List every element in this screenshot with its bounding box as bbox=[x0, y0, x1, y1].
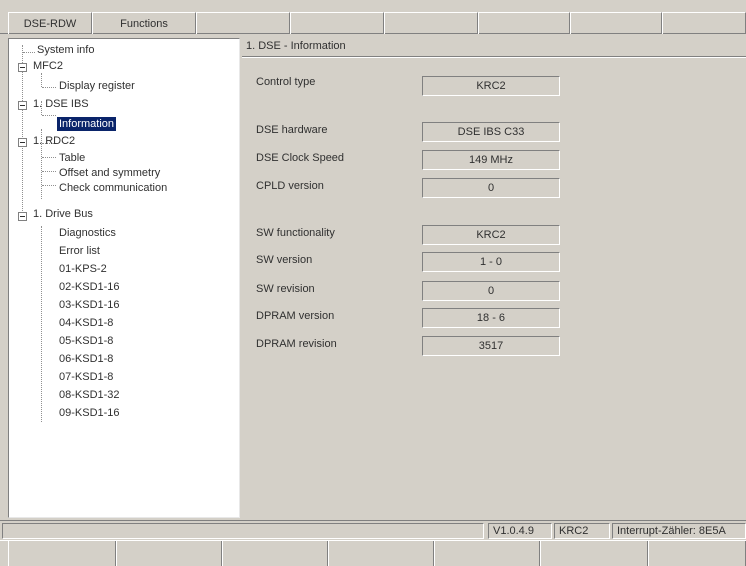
tree-line bbox=[23, 52, 35, 53]
menu-slot-8[interactable] bbox=[662, 12, 746, 34]
field-label-dpram-revision: DPRAM revision bbox=[256, 338, 337, 350]
tree-item-system-info[interactable]: System info bbox=[35, 43, 96, 57]
collapse-icon[interactable] bbox=[18, 212, 27, 221]
tree-item-device[interactable]: 07-KSD1-8 bbox=[57, 370, 115, 384]
tree-item-display-register[interactable]: Display register bbox=[57, 79, 137, 93]
menu-slot-7[interactable] bbox=[570, 12, 662, 34]
tree-item-drive-bus[interactable]: 1. Drive Bus bbox=[31, 207, 95, 221]
softkey-4[interactable] bbox=[328, 541, 434, 566]
collapse-icon[interactable] bbox=[18, 63, 27, 72]
tree-item-device[interactable]: 05-KSD1-8 bbox=[57, 334, 115, 348]
tree-line bbox=[42, 171, 56, 172]
tree-item-device[interactable]: 06-KSD1-8 bbox=[57, 352, 115, 366]
menu-slot-4[interactable] bbox=[290, 12, 384, 34]
softkey-bar bbox=[0, 540, 746, 566]
tree-item-mfc2[interactable]: MFC2 bbox=[31, 59, 65, 73]
field-value-sw-version: 1 - 0 bbox=[422, 252, 560, 272]
status-version: V1.0.4.9 bbox=[488, 523, 552, 539]
tree-line bbox=[41, 73, 42, 87]
status-interrupt-counter: Interrupt-Zähler: 8E5A bbox=[612, 523, 746, 539]
tree-item-device[interactable]: 09-KSD1-16 bbox=[57, 406, 122, 420]
tree-item-device[interactable]: 02-KSD1-16 bbox=[57, 280, 122, 294]
menu-slot-3[interactable] bbox=[196, 12, 290, 34]
menu-bar: DSE-RDW Functions bbox=[0, 0, 746, 34]
field-label-dse-clock-speed: DSE Clock Speed bbox=[256, 152, 345, 164]
softkey-6[interactable] bbox=[540, 541, 648, 566]
field-label-dse-hardware: DSE hardware bbox=[256, 124, 328, 136]
tree-item-rdc2[interactable]: 1. RDC2 bbox=[31, 134, 77, 148]
navigation-tree[interactable]: System info MFC2 Display register 1. DSE… bbox=[8, 38, 240, 518]
field-value-sw-revision: 0 bbox=[422, 281, 560, 301]
field-label-control-type: Control type bbox=[256, 76, 316, 88]
softkey-7[interactable] bbox=[648, 541, 746, 566]
collapse-icon[interactable] bbox=[18, 138, 27, 147]
menu-item-functions[interactable]: Functions bbox=[92, 12, 196, 34]
tree-item-diagnostics[interactable]: Diagnostics bbox=[57, 226, 118, 240]
field-value-dpram-version: 18 - 6 bbox=[422, 308, 560, 328]
field-value-dse-clock-speed: 149 MHz bbox=[422, 150, 560, 170]
tree-line bbox=[42, 115, 56, 116]
status-bar: V1.0.4.9 KRC2 Interrupt-Zähler: 8E5A bbox=[0, 520, 746, 540]
tree-item-table[interactable]: Table bbox=[57, 151, 87, 165]
divider bbox=[242, 56, 746, 58]
tree-item-offset-symmetry[interactable]: Offset and symmetry bbox=[57, 166, 162, 180]
softkey-2[interactable] bbox=[116, 541, 222, 566]
tree-line bbox=[42, 185, 56, 186]
field-label-cpld-version: CPLD version bbox=[256, 180, 324, 192]
field-value-sw-functionality: KRC2 bbox=[422, 225, 560, 245]
tree-item-check-communication[interactable]: Check communication bbox=[57, 181, 169, 195]
information-panel: 1. DSE - Information Control type KRC2 D… bbox=[242, 38, 746, 518]
tree-line bbox=[42, 87, 56, 88]
status-control-type: KRC2 bbox=[554, 523, 610, 539]
tree-item-information[interactable]: Information bbox=[57, 117, 117, 131]
field-label-dpram-version: DPRAM version bbox=[256, 310, 335, 322]
tree-item-device[interactable]: 01-KPS-2 bbox=[57, 262, 109, 276]
field-label-sw-functionality: SW functionality bbox=[256, 227, 335, 239]
field-label-sw-revision: SW revision bbox=[256, 283, 315, 295]
softkey-5[interactable] bbox=[434, 541, 540, 566]
softkey-1[interactable] bbox=[8, 541, 116, 566]
field-value-cpld-version: 0 bbox=[422, 178, 560, 198]
tree-item-dse-ibs[interactable]: 1. DSE IBS bbox=[31, 97, 91, 111]
menu-slot-6[interactable] bbox=[478, 12, 570, 34]
tree-item-device[interactable]: 08-KSD1-32 bbox=[57, 388, 122, 402]
panel-title: 1. DSE - Information bbox=[246, 40, 346, 52]
field-value-dpram-revision: 3517 bbox=[422, 336, 560, 356]
softkey-3[interactable] bbox=[222, 541, 328, 566]
field-value-control-type: KRC2 bbox=[422, 76, 560, 96]
tree-line bbox=[41, 226, 42, 422]
status-blank bbox=[2, 523, 484, 539]
field-label-sw-version: SW version bbox=[256, 254, 313, 266]
tree-item-device[interactable]: 03-KSD1-16 bbox=[57, 298, 122, 312]
menu-slot-5[interactable] bbox=[384, 12, 478, 34]
tree-item-device[interactable]: 04-KSD1-8 bbox=[57, 316, 115, 330]
tree-line bbox=[42, 157, 56, 158]
collapse-icon[interactable] bbox=[18, 101, 27, 110]
menu-item-dse-rdw[interactable]: DSE-RDW bbox=[8, 12, 92, 34]
field-value-dse-hardware: DSE IBS C33 bbox=[422, 122, 560, 142]
tree-item-error-list[interactable]: Error list bbox=[57, 244, 102, 258]
